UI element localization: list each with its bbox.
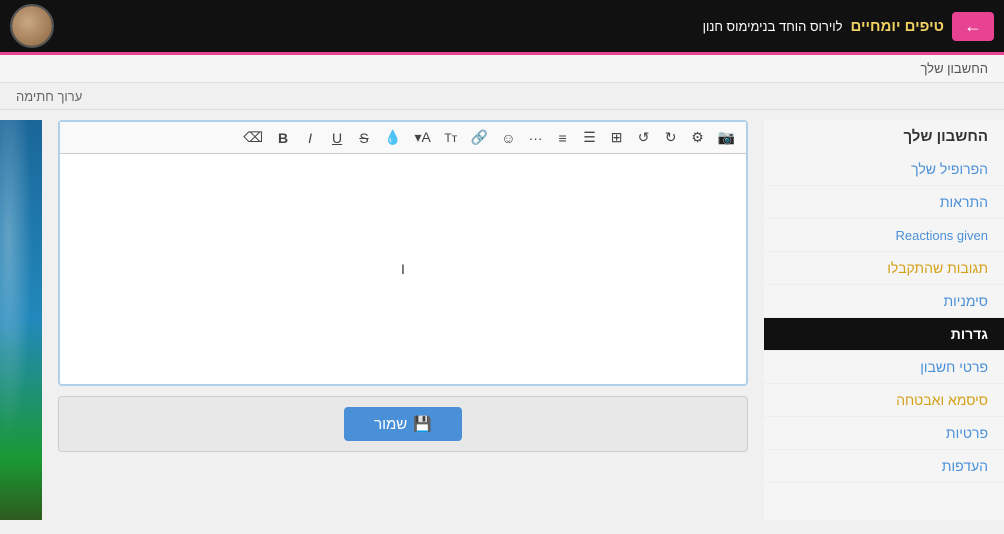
top-nav: החשבון שלך	[0, 55, 1004, 83]
wave-decoration	[0, 120, 42, 520]
avatar-image	[12, 6, 52, 46]
banner-highlight: טיפים יומחיים	[850, 18, 944, 35]
toolbar-redo-button[interactable]: ↻	[659, 126, 683, 149]
save-bar: 💾 שמור	[58, 396, 748, 452]
sidebar-section-title: החשבון שלך	[764, 120, 1004, 153]
banner-logo[interactable]: ←	[952, 12, 994, 41]
toolbar-settings-button[interactable]: ⚙	[686, 126, 710, 149]
toolbar-camera-button[interactable]: 📷	[713, 126, 740, 149]
toolbar-table-button[interactable]: ⊞	[605, 126, 629, 149]
sidebar: החשבון שלך הפרופיל שלך התראות Reactions …	[764, 120, 1004, 520]
toolbar-bold-button[interactable]: B	[271, 127, 295, 149]
avatar[interactable]	[10, 4, 54, 48]
banner: ← טיפים יומחיים לוירוס הוחד בנימימוס חנו…	[0, 0, 1004, 55]
sidebar-link-alerts[interactable]: התראות	[940, 194, 988, 210]
toolbar-strikethrough-button[interactable]: S	[352, 127, 376, 149]
sidebar-item-privacy-settings[interactable]: פרטיות	[764, 417, 1004, 450]
sidebar-item-reactions-given[interactable]: Reactions given	[764, 219, 1004, 252]
toolbar-undo-button[interactable]: ↺	[632, 126, 656, 149]
sidebar-item-settings[interactable]: גדרות	[764, 318, 1004, 351]
sidebar-item-received-responses[interactable]: תגובות שהתקבלו	[764, 252, 1004, 285]
content-area: 📷 ⚙ ↻ ↺ ⊞ ☰ ≡ ··· ☺ 🔗 Tт A▾ 💧 S U I B ⌫	[42, 120, 764, 520]
save-button[interactable]: 💾 שמור	[344, 407, 462, 441]
sidebar-link-privacy-security[interactable]: סיסמא ואבטחה	[896, 392, 988, 408]
toolbar-italic-button[interactable]: I	[298, 127, 322, 149]
toolbar-color-button[interactable]: 💧	[379, 126, 406, 149]
editor-body[interactable]: I	[60, 154, 746, 384]
left-strip	[0, 120, 42, 520]
save-label: שמור	[374, 416, 407, 433]
toolbar-textsize-button[interactable]: Tт	[439, 128, 463, 148]
cursor-indicator: I	[401, 261, 405, 277]
sidebar-label-settings: גדרות	[951, 326, 988, 342]
sidebar-link-bookmarks[interactable]: סימניות	[943, 293, 988, 309]
sidebar-link-profile[interactable]: הפרופיל שלך	[911, 161, 988, 177]
sidebar-link-preferences[interactable]: העדפות	[942, 458, 988, 474]
sidebar-link-received-responses[interactable]: תגובות שהתקבלו	[887, 260, 988, 276]
sidebar-link-reactions-given[interactable]: Reactions given	[896, 228, 989, 243]
toolbar-emoji-button[interactable]: ☺	[496, 127, 520, 149]
banner-left: ← טיפים יומחיים לוירוס הוחד בנימימוס חנו…	[703, 12, 994, 41]
sidebar-item-preferences[interactable]: העדפות	[764, 450, 1004, 483]
sidebar-item-account-details[interactable]: פרטי חשבון	[764, 351, 1004, 384]
toolbar-more-button[interactable]: ···	[524, 127, 548, 149]
main-layout: 📷 ⚙ ↻ ↺ ⊞ ☰ ≡ ··· ☺ 🔗 Tт A▾ 💧 S U I B ⌫	[0, 110, 1004, 530]
sidebar-link-account-details[interactable]: פרטי חשבון	[920, 359, 988, 375]
sidebar-link-privacy-settings[interactable]: פרטיות	[946, 425, 988, 441]
banner-main-text: לוירוס הוחד בנימימוס חנון	[703, 19, 843, 34]
toolbar-eraser-button[interactable]: ⌫	[238, 126, 268, 149]
account-nav-link[interactable]: החשבון שלך	[921, 61, 989, 76]
toolbar-underline-button[interactable]: U	[325, 127, 349, 149]
sidebar-item-bookmarks[interactable]: סימניות	[764, 285, 1004, 318]
toolbar-link-button[interactable]: 🔗	[466, 126, 493, 149]
toolbar-align-button[interactable]: ≡	[551, 127, 575, 149]
breadcrumb: ערוך חתימה	[0, 83, 1004, 110]
sidebar-item-profile[interactable]: הפרופיל שלך	[764, 153, 1004, 186]
editor-wrapper: 📷 ⚙ ↻ ↺ ⊞ ☰ ≡ ··· ☺ 🔗 Tт A▾ 💧 S U I B ⌫	[58, 120, 748, 386]
toolbar-font-button[interactable]: A▾	[409, 126, 435, 149]
save-icon: 💾	[413, 415, 432, 433]
breadcrumb-link[interactable]: ערוך חתימה	[16, 89, 82, 104]
editor-toolbar: 📷 ⚙ ↻ ↺ ⊞ ☰ ≡ ··· ☺ 🔗 Tт A▾ 💧 S U I B ⌫	[60, 122, 746, 154]
sidebar-item-privacy-security[interactable]: סיסמא ואבטחה	[764, 384, 1004, 417]
sidebar-item-alerts[interactable]: התראות	[764, 186, 1004, 219]
toolbar-list-button[interactable]: ☰	[578, 126, 602, 149]
